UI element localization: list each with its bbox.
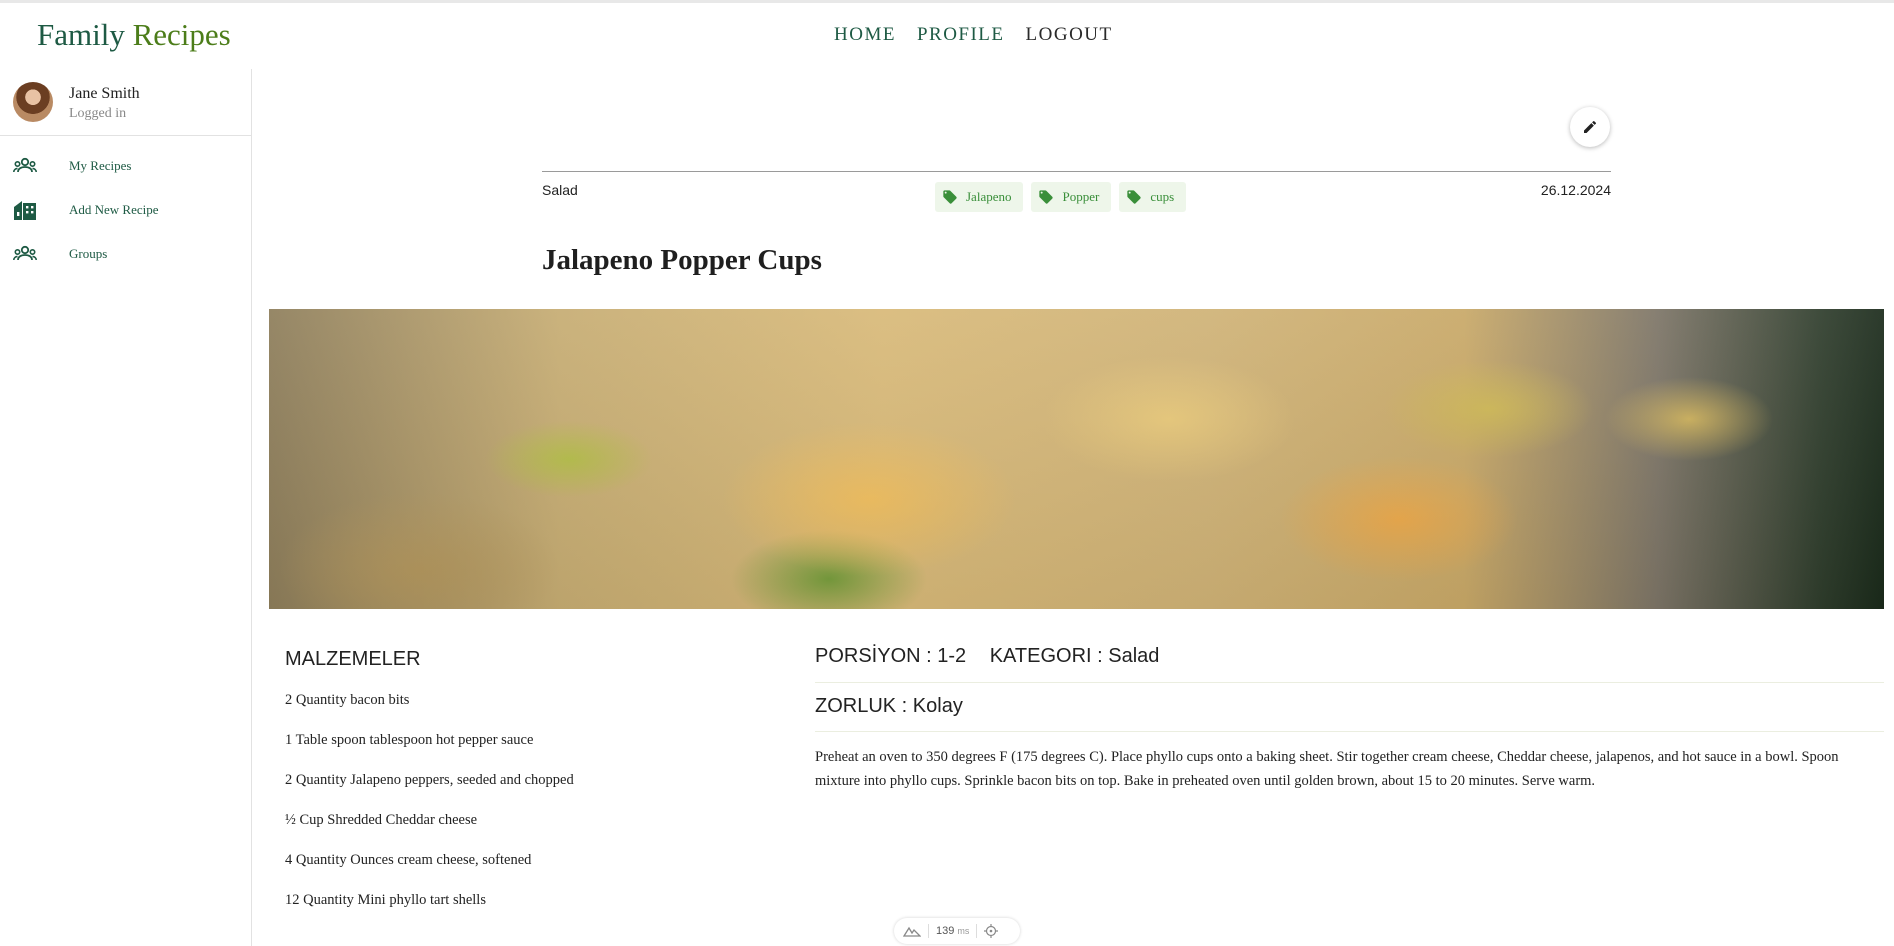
- tag-list: Jalapeno Popper cups: [935, 182, 1187, 212]
- ingredient-item: 1 Table spoon tablespoon hot pepper sauc…: [285, 732, 534, 748]
- servings-category-row: PORSİYON : 1-2 KATEGORI : Salad: [815, 645, 1159, 668]
- avatar: [13, 82, 53, 122]
- ingredient-item: 2 Quantity bacon bits: [285, 692, 410, 708]
- tag-label: cups: [1150, 189, 1175, 204]
- brand-word-2: Recipes: [132, 17, 231, 52]
- recipe-category: Salad: [542, 182, 578, 198]
- sidebar: Jane Smith Logged in My Recipes Add New …: [0, 69, 252, 946]
- category-label: KATEGORI : Salad: [989, 645, 1160, 667]
- mountain-icon: [903, 926, 921, 937]
- user-name: Jane Smith: [69, 85, 140, 102]
- divider: [542, 171, 1611, 172]
- nav-home[interactable]: HOME: [834, 24, 896, 46]
- sidebar-item-label: Groups: [69, 246, 108, 261]
- nav-logout[interactable]: LOGOUT: [1026, 24, 1113, 46]
- user-status: Logged in: [69, 106, 127, 121]
- sidebar-item-add-new-recipe[interactable]: Add New Recipe: [0, 189, 251, 233]
- tag-icon: [1127, 190, 1141, 204]
- nav-profile[interactable]: PROFILE: [917, 24, 1005, 46]
- divider: [815, 731, 1884, 732]
- edit-recipe-button[interactable]: [1570, 107, 1610, 147]
- ingredient-item: 2 Quantity Jalapeno peppers, seeded and …: [285, 772, 574, 788]
- tag-chip[interactable]: Popper: [1031, 182, 1112, 212]
- recipe-title: Jalapeno Popper Cups: [542, 244, 822, 276]
- group-icon: [13, 155, 37, 177]
- sidebar-item-groups[interactable]: Groups: [0, 233, 251, 277]
- perf-widget[interactable]: 139 ms: [894, 918, 1020, 944]
- tag-label: Popper: [1062, 189, 1100, 204]
- ingredient-item: ½ Cup Shredded Cheddar cheese: [285, 812, 478, 828]
- difficulty-label: ZORLUK : Kolay: [815, 695, 963, 717]
- perf-separator: [928, 924, 929, 938]
- tag-icon: [943, 190, 957, 204]
- main-nav: HOME PROFILE LOGOUT: [834, 24, 1113, 46]
- perf-unit: ms: [957, 926, 970, 936]
- ingredients-list: 2 Quantity bacon bits 1 Table spoon tabl…: [285, 692, 574, 932]
- perf-separator: [976, 924, 978, 938]
- ingredient-item: 4 Quantity Ounces cream cheese, softened: [285, 852, 532, 868]
- sidebar-menu: My Recipes Add New Recipe Groups: [0, 145, 251, 277]
- tag-icon: [1039, 190, 1054, 204]
- top-header: Family Recipes HOME PROFILE LOGOUT: [0, 3, 1894, 69]
- recipe-instructions: Preheat an oven to 350 degrees F (175 de…: [815, 749, 1839, 789]
- tag-chip[interactable]: Jalapeno: [935, 182, 1024, 212]
- pencil-icon: [1584, 120, 1597, 133]
- tag-chip[interactable]: cups: [1119, 182, 1187, 212]
- ingredients-heading: MALZEMELER: [285, 648, 421, 670]
- sidebar-item-my-recipes[interactable]: My Recipes: [0, 145, 251, 189]
- brand-logo[interactable]: Family Recipes: [37, 17, 231, 53]
- tag-label: Jalapeno: [966, 189, 1012, 204]
- crosshair-icon[interactable]: [984, 924, 999, 938]
- recipe-date: 26.12.2024: [1540, 182, 1611, 198]
- buildings-icon: [13, 199, 37, 221]
- divider: [815, 682, 1884, 683]
- sidebar-item-label: Add New Recipe: [69, 202, 159, 217]
- recipe-hero-image: [269, 309, 1884, 609]
- perf-value: 139: [936, 925, 955, 937]
- servings-label: PORSİYON : 1-2: [815, 645, 967, 667]
- brand-word-1: Family: [37, 17, 125, 52]
- user-panel: Jane Smith Logged in: [0, 69, 251, 136]
- ingredient-item: 12 Quantity Mini phyllo tart shells: [285, 892, 486, 908]
- sidebar-item-label: My Recipes: [69, 158, 132, 173]
- group-icon: [13, 243, 37, 265]
